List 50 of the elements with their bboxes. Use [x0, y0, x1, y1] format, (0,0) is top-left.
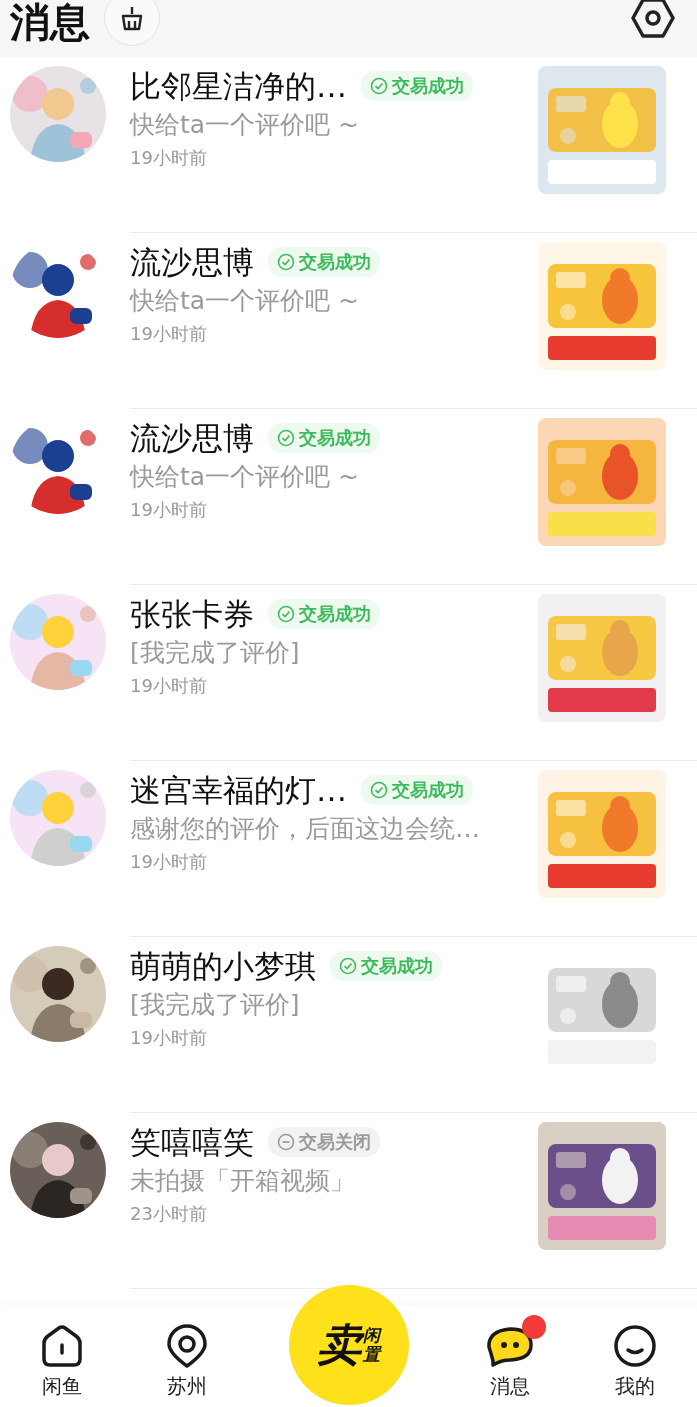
tab-item[interactable]: 闲鱼 — [0, 1305, 125, 1407]
message-preview: 快给ta一个评价吧 ~ — [130, 285, 361, 317]
clean-button[interactable] — [104, 0, 160, 46]
check-circle-icon — [277, 429, 295, 447]
minus-circle-icon — [277, 1133, 295, 1151]
message-time: 19小时前 — [130, 498, 208, 522]
contact-name: 比邻星洁净的… — [130, 67, 347, 106]
message-time: 23小时前 — [130, 1202, 208, 1226]
settings-icon — [631, 0, 675, 40]
conversation-item[interactable]: 萌萌的小梦琪 交易成功 [我完成了评价] 19小时前 — [0, 937, 697, 1113]
status-label: 交易成功 — [299, 602, 371, 626]
message-preview: 快给ta一个评价吧 ~ — [130, 461, 361, 493]
message-time: 19小时前 — [130, 850, 208, 874]
contact-name: 张张卡券 — [130, 595, 254, 634]
conversation-item[interactable]: 流沙思博 交易成功 快给ta一个评价吧 ~ 19小时前 — [0, 233, 697, 409]
status-label: 交易成功 — [392, 778, 464, 802]
status-label: 交易成功 — [299, 250, 371, 274]
message-preview: [我完成了评价] — [130, 989, 301, 1021]
page-title: 消息 — [10, 1, 90, 42]
message-preview: 快给ta一个评价吧 ~ — [130, 109, 361, 141]
message-preview: 未拍摄「开箱视频」 — [130, 1165, 356, 1197]
status-label: 交易成功 — [392, 74, 464, 98]
contact-name: 笑嘻嘻笑 — [130, 1123, 254, 1162]
check-circle-icon — [339, 957, 357, 975]
tab-item[interactable]: 苏州 — [124, 1305, 249, 1407]
contact-name: 流沙思博 — [130, 243, 254, 282]
message-preview: 感谢您的评价，后面这边会统… — [130, 813, 481, 845]
message-time: 19小时前 — [130, 322, 208, 346]
tab-item[interactable]: 我的 — [572, 1305, 697, 1407]
status-label: 交易关闭 — [299, 1130, 371, 1154]
message-time: 19小时前 — [130, 674, 208, 698]
check-circle-icon — [370, 77, 388, 95]
message-preview: [我完成了评价] — [130, 637, 301, 669]
check-circle-icon — [277, 605, 295, 623]
check-circle-icon — [370, 781, 388, 799]
status-label: 交易成功 — [361, 954, 433, 978]
settings-button[interactable] — [631, 0, 675, 40]
check-circle-icon — [277, 253, 295, 271]
contact-name: 流沙思博 — [130, 419, 254, 458]
conversation-item[interactable]: 比邻星洁净的… 交易成功 快给ta一个评价吧 ~ 19小时前 — [0, 57, 697, 233]
tab-item[interactable]: 消息 — [448, 1305, 573, 1407]
message-time: 19小时前 — [130, 1026, 208, 1050]
smiley-icon — [611, 1323, 658, 1369]
contact-name: 迷宫幸福的灯… — [130, 771, 347, 810]
conversation-item[interactable]: 张张卡券 交易成功 [我完成了评价] 19小时前 — [0, 585, 697, 761]
status-label: 交易成功 — [299, 426, 371, 450]
contact-name: 萌萌的小梦琪 — [130, 947, 316, 986]
conversation-item[interactable]: 流沙思博 交易成功 快给ta一个评价吧 ~ 19小时前 — [0, 409, 697, 585]
message-time: 19小时前 — [130, 146, 208, 170]
conversation-item[interactable]: 迷宫幸福的灯… 交易成功 感谢您的评价，后面这边会统… 19小时前 — [0, 761, 697, 937]
